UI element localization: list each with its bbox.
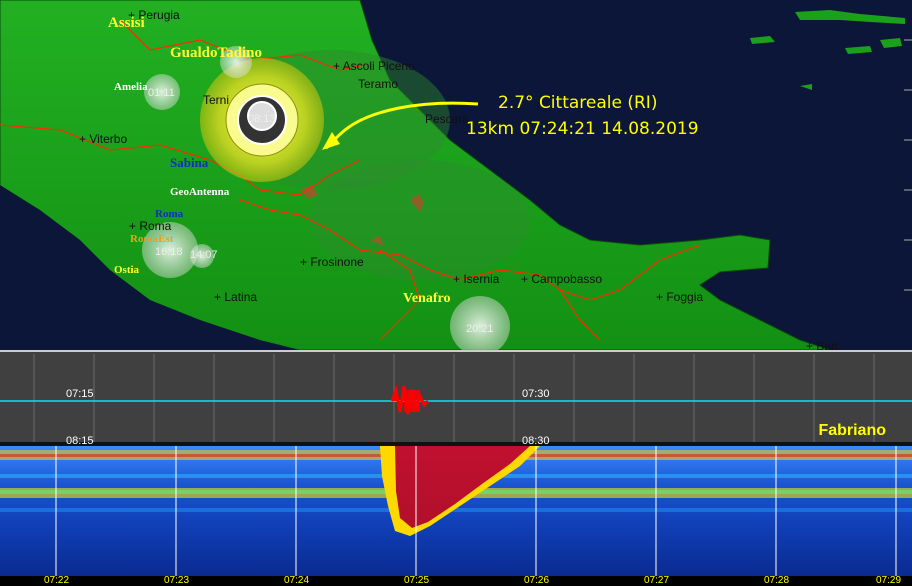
station-ostia[interactable]: Ostia bbox=[114, 265, 139, 276]
event-time-roma2: 14:07 bbox=[190, 249, 218, 261]
city-ascoli: + Ascoli Piceno bbox=[333, 59, 415, 73]
event-annotation-line1: 2.7° Cittareale (RI) bbox=[498, 93, 658, 113]
spec-time-5: 07:27 bbox=[644, 575, 670, 586]
spec-time-2: 07:24 bbox=[284, 575, 310, 586]
spec-time-6: 07:28 bbox=[764, 575, 790, 586]
spec-time-1: 07:23 bbox=[164, 575, 190, 586]
station-geoantenna[interactable]: GeoAntenna bbox=[170, 187, 229, 198]
event-time-center: 08:13 bbox=[248, 113, 276, 125]
station-name: Fabriano bbox=[818, 422, 886, 439]
station-assisi[interactable]: Assisi bbox=[108, 16, 145, 31]
station-sabina[interactable]: Sabina bbox=[170, 156, 208, 169]
city-latina: + Latina bbox=[214, 290, 258, 304]
station-venafro[interactable]: Venafro bbox=[403, 292, 450, 306]
signal-event-fill bbox=[404, 390, 420, 412]
station-roma[interactable]: Roma bbox=[155, 209, 183, 220]
city-frosinone: + Frosinone bbox=[300, 255, 364, 269]
city-pescara: Pescara bbox=[425, 112, 470, 126]
spectrogram-svg bbox=[0, 446, 912, 586]
trace-time-0715: 07:15 bbox=[66, 388, 94, 400]
city-viterbo: + Viterbo bbox=[79, 132, 128, 146]
station-romaest[interactable]: RomaEst bbox=[130, 234, 173, 245]
seismic-map: + Perugia + Ascoli Piceno Teramo Terni +… bbox=[0, 0, 912, 350]
event-annotation-line2: 13km 07:24:21 14.08.2019 bbox=[466, 119, 699, 139]
seismogram-panel: 07:15 07:30 08:15 08:30 Fabriano bbox=[0, 350, 912, 446]
trace-time-0830: 08:30 bbox=[522, 435, 550, 447]
city-teramo: Teramo bbox=[358, 77, 399, 91]
seismogram-svg bbox=[0, 350, 912, 446]
station-gualdo[interactable]: GualdoTadino bbox=[170, 46, 262, 61]
city-isernia: + Isernia bbox=[453, 272, 500, 286]
city-foggia: + Foggia bbox=[656, 290, 704, 304]
spec-time-3: 07:25 bbox=[404, 575, 430, 586]
map-terrain bbox=[0, 0, 912, 350]
trace-time-0815: 08:15 bbox=[66, 435, 94, 447]
spec-time-7: 07:29 bbox=[876, 575, 902, 586]
station-amelia[interactable]: Amelia bbox=[114, 82, 148, 93]
trace-time-0730: 07:30 bbox=[522, 388, 550, 400]
event-time-amelia: 01:11 bbox=[148, 87, 175, 99]
city-campobasso: + Campobasso bbox=[521, 272, 603, 286]
city-bari: + Bari bbox=[806, 339, 838, 350]
spec-time-4: 07:26 bbox=[524, 575, 550, 586]
event-time-roma: 16:18 bbox=[155, 246, 183, 258]
spec-time-0: 07:22 bbox=[44, 575, 70, 586]
event-time-venafro: 20:21 bbox=[466, 323, 494, 335]
city-roma: + Roma bbox=[129, 219, 172, 233]
spectrogram-panel: 07:22 07:23 07:24 07:25 07:26 07:27 07:2… bbox=[0, 446, 912, 586]
city-terni: Terni bbox=[203, 93, 230, 107]
